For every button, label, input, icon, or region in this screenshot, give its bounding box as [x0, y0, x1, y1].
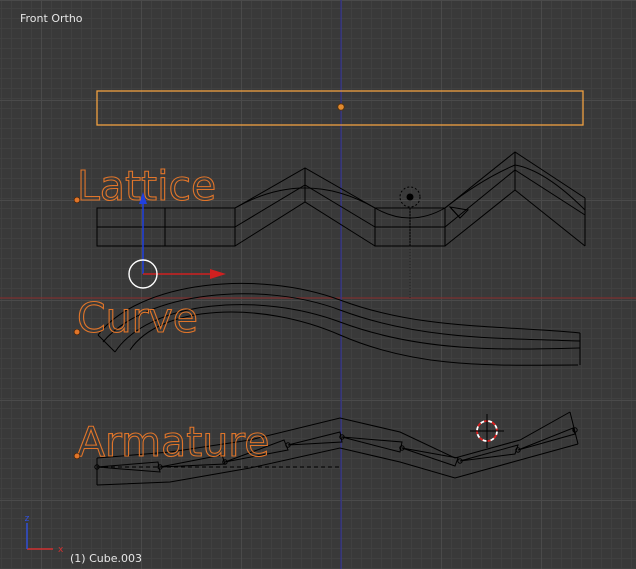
- selected-cube[interactable]: [96, 90, 584, 126]
- armature-label-origin: [73, 452, 81, 460]
- curve-label[interactable]: Curve: [76, 293, 198, 342]
- gizmo-z-label: z: [25, 514, 30, 524]
- armature-label[interactable]: Armature: [76, 417, 270, 466]
- cube-origin-dot: [337, 103, 345, 111]
- lattice-label[interactable]: Lattice: [76, 161, 216, 210]
- active-object-info: (1) Cube.003: [70, 552, 142, 565]
- camera-icon[interactable]: [448, 206, 470, 219]
- lattice-label-origin: [73, 196, 81, 204]
- gizmo-x-label: x: [58, 545, 64, 555]
- 3d-cursor-icon[interactable]: [470, 414, 504, 448]
- 3d-viewport[interactable]: Lattice Curve Armature z x Front Ortho (…: [0, 0, 636, 569]
- view-name-label: Front Ortho: [20, 12, 83, 25]
- curve-label-origin: [73, 328, 81, 336]
- scene-canvas[interactable]: Lattice Curve Armature z x: [0, 0, 636, 569]
- axis-orientation-gizmo: z x: [25, 514, 64, 555]
